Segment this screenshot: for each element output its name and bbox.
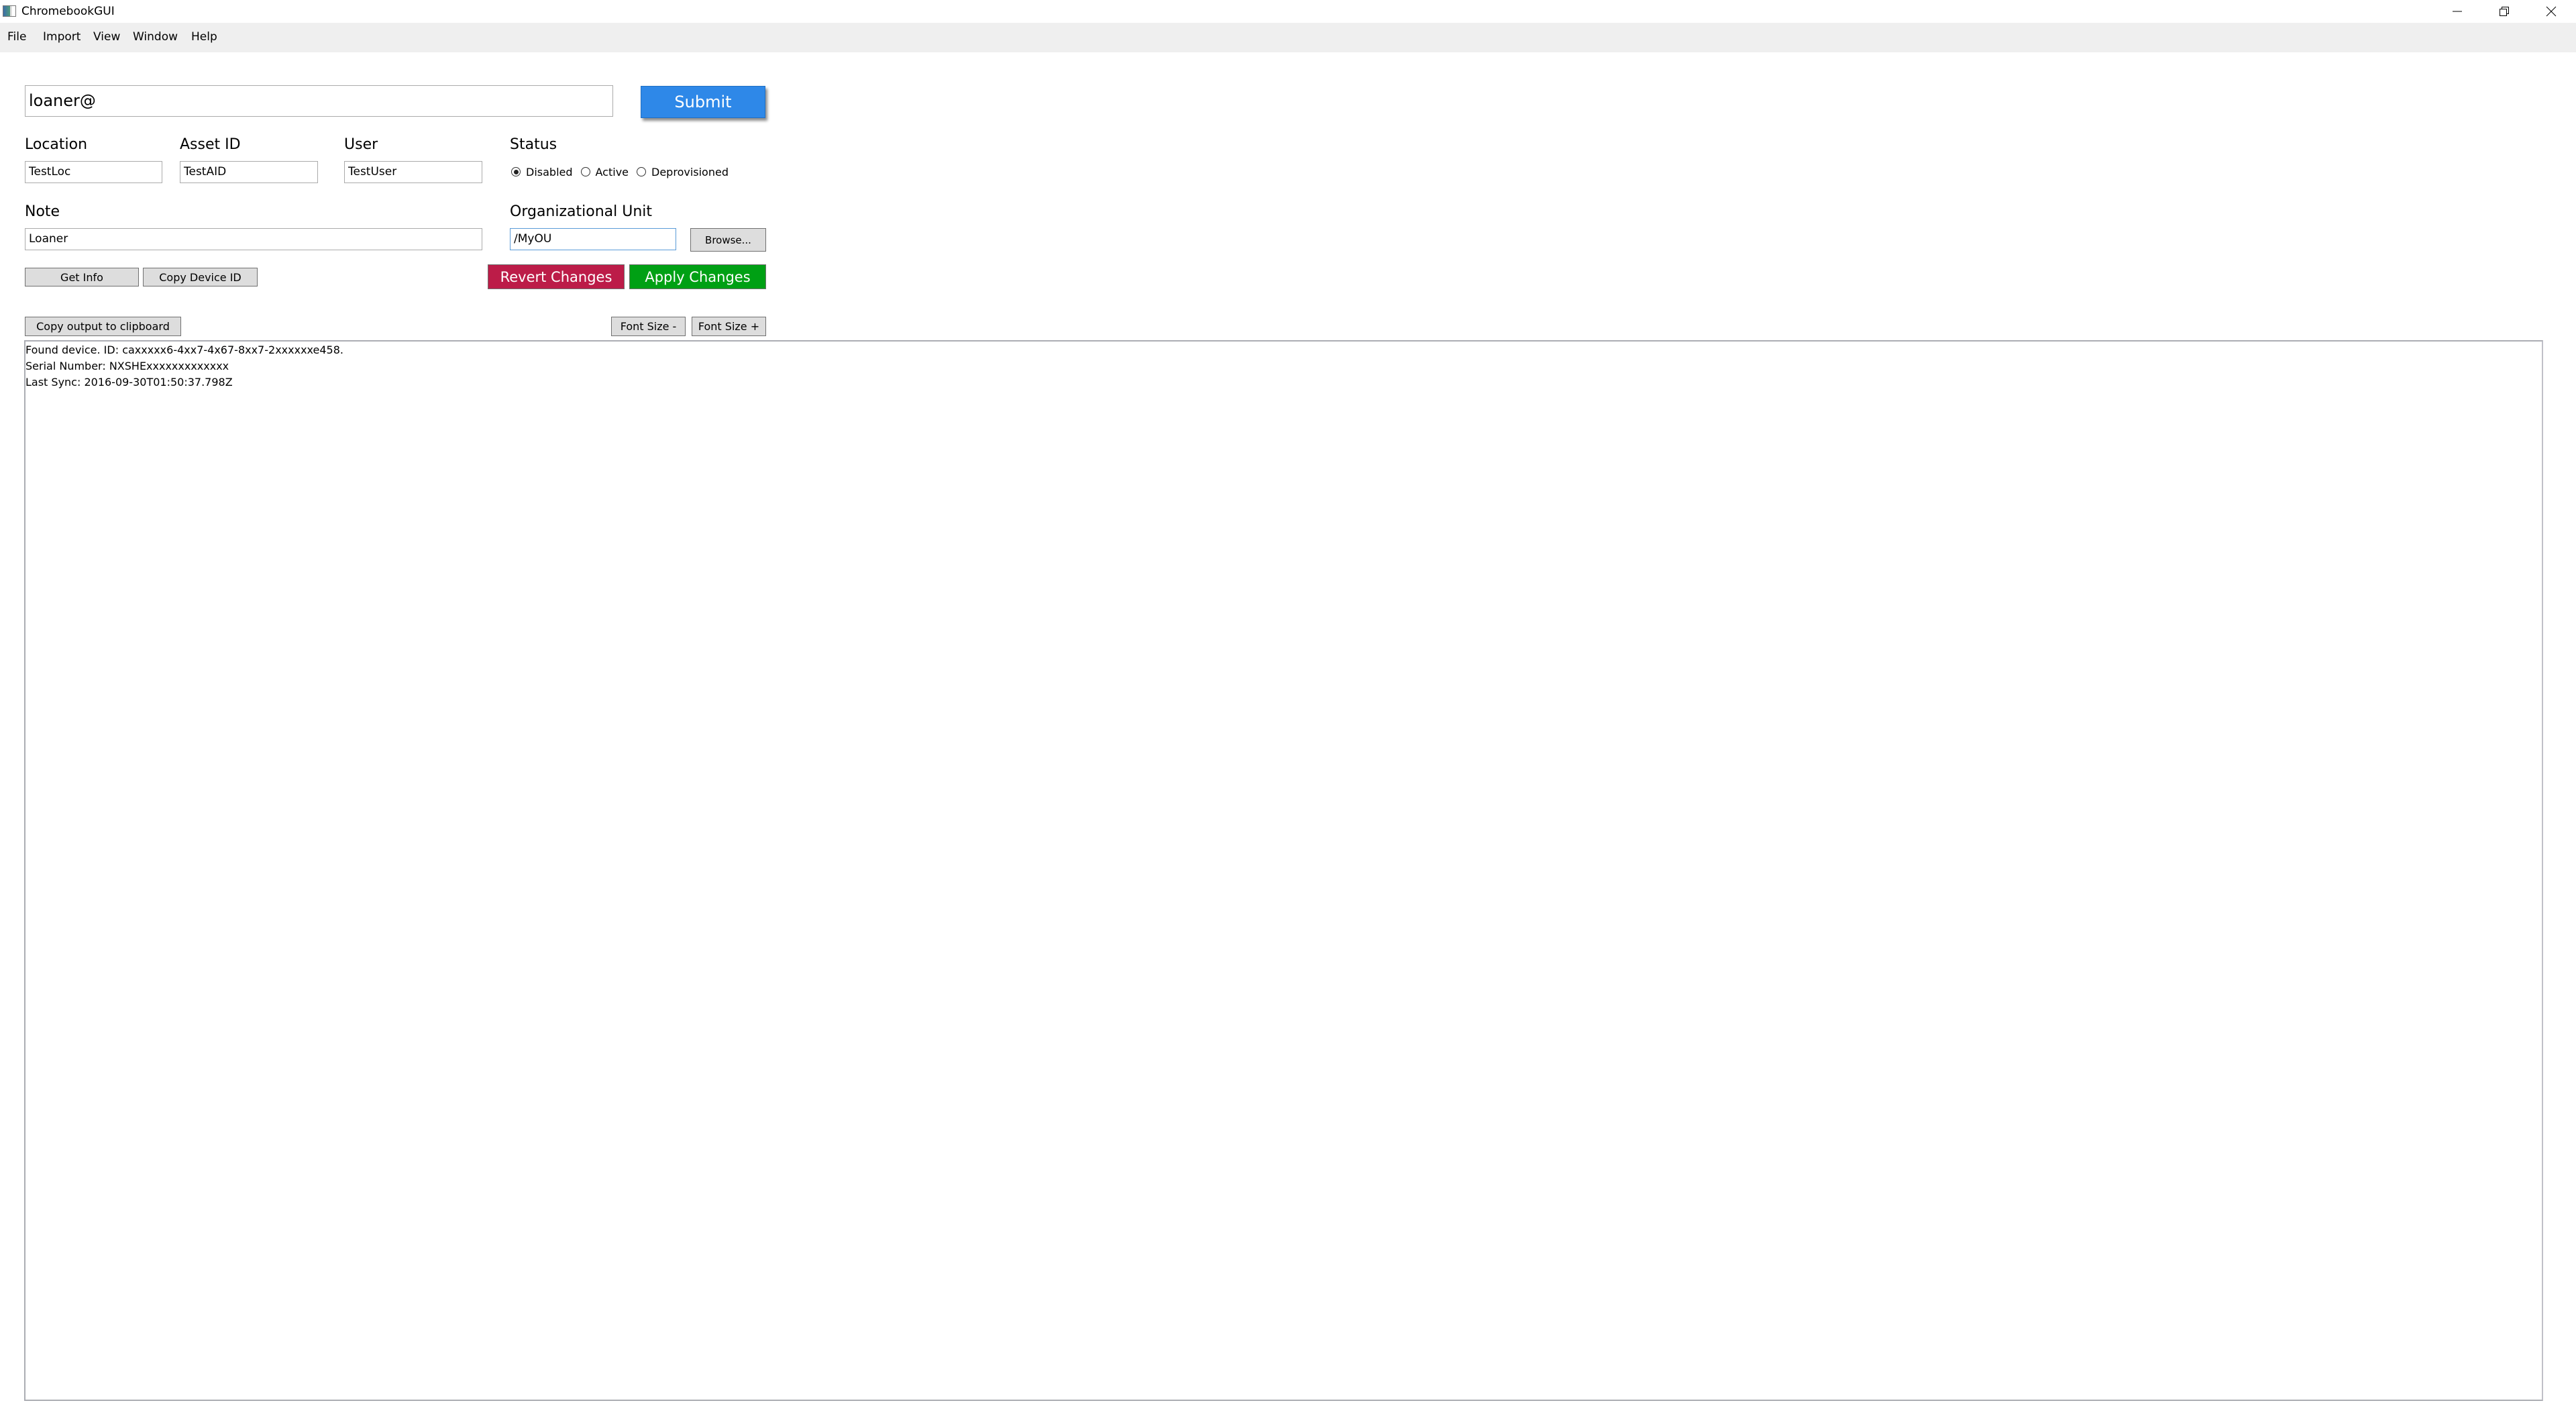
menu-window[interactable]: Window <box>133 30 178 44</box>
user-label: User <box>344 136 378 153</box>
location-label: Location <box>25 136 88 153</box>
font-size-increase-button[interactable]: Font Size + <box>692 317 766 336</box>
output-line: Last Sync: 2016-09-30T01:50:37.798Z <box>25 376 233 388</box>
browse-button[interactable]: Browse... <box>690 228 766 252</box>
status-radio-active[interactable]: Active <box>580 166 629 178</box>
menu-view[interactable]: View <box>93 30 120 44</box>
restore-icon <box>2500 7 2509 16</box>
copy-device-id-button[interactable]: Copy Device ID <box>143 268 258 286</box>
close-icon <box>2546 6 2557 17</box>
submit-button[interactable]: Submit <box>641 86 765 118</box>
status-radio-group: Disabled Active Deprovisioned <box>511 164 737 180</box>
note-input[interactable]: Loaner <box>25 228 482 250</box>
menu-import[interactable]: Import <box>43 30 80 44</box>
window-title: ChromebookGUI <box>21 5 115 18</box>
asset-id-input[interactable]: TestAID <box>180 161 318 183</box>
menu-file[interactable]: File <box>7 30 26 44</box>
status-radio-disabled[interactable]: Disabled <box>511 166 573 178</box>
restore-button[interactable] <box>2481 0 2528 23</box>
copy-output-button[interactable]: Copy output to clipboard <box>25 317 181 336</box>
note-label: Note <box>25 203 60 220</box>
org-unit-label: Organizational Unit <box>510 203 653 220</box>
apply-changes-button[interactable]: Apply Changes <box>629 264 766 289</box>
device-search-input[interactable]: loaner@ <box>25 85 613 117</box>
output-line: Serial Number: NXSHExxxxxxxxxxxxx <box>25 360 229 372</box>
user-input[interactable]: TestUser <box>344 161 482 183</box>
get-info-button[interactable]: Get Info <box>25 268 139 286</box>
title-bar: ChromebookGUI <box>0 0 2576 23</box>
output-line: Found device. ID: caxxxxx6-4xx7-4x67-8xx… <box>25 344 343 356</box>
org-unit-input[interactable]: /MyOU <box>510 228 676 250</box>
menu-help[interactable]: Help <box>191 30 217 44</box>
minimize-button[interactable] <box>2434 0 2481 23</box>
asset-id-label: Asset ID <box>180 136 241 153</box>
revert-changes-button[interactable]: Revert Changes <box>488 264 625 289</box>
radio-selected-icon <box>511 167 521 176</box>
close-button[interactable] <box>2528 0 2575 23</box>
radio-empty-icon <box>580 167 590 176</box>
menu-bar: File Import View Window Help <box>0 23 2576 52</box>
app-window-icon <box>3 5 16 17</box>
status-label: Status <box>510 136 557 153</box>
radio-empty-icon <box>637 167 647 176</box>
font-size-decrease-button[interactable]: Font Size - <box>611 317 686 336</box>
status-radio-deprovisioned[interactable]: Deprovisioned <box>637 166 729 178</box>
location-input[interactable]: TestLoc <box>25 161 162 183</box>
output-text-area[interactable] <box>24 340 2543 1401</box>
minimize-icon <box>2453 11 2462 12</box>
